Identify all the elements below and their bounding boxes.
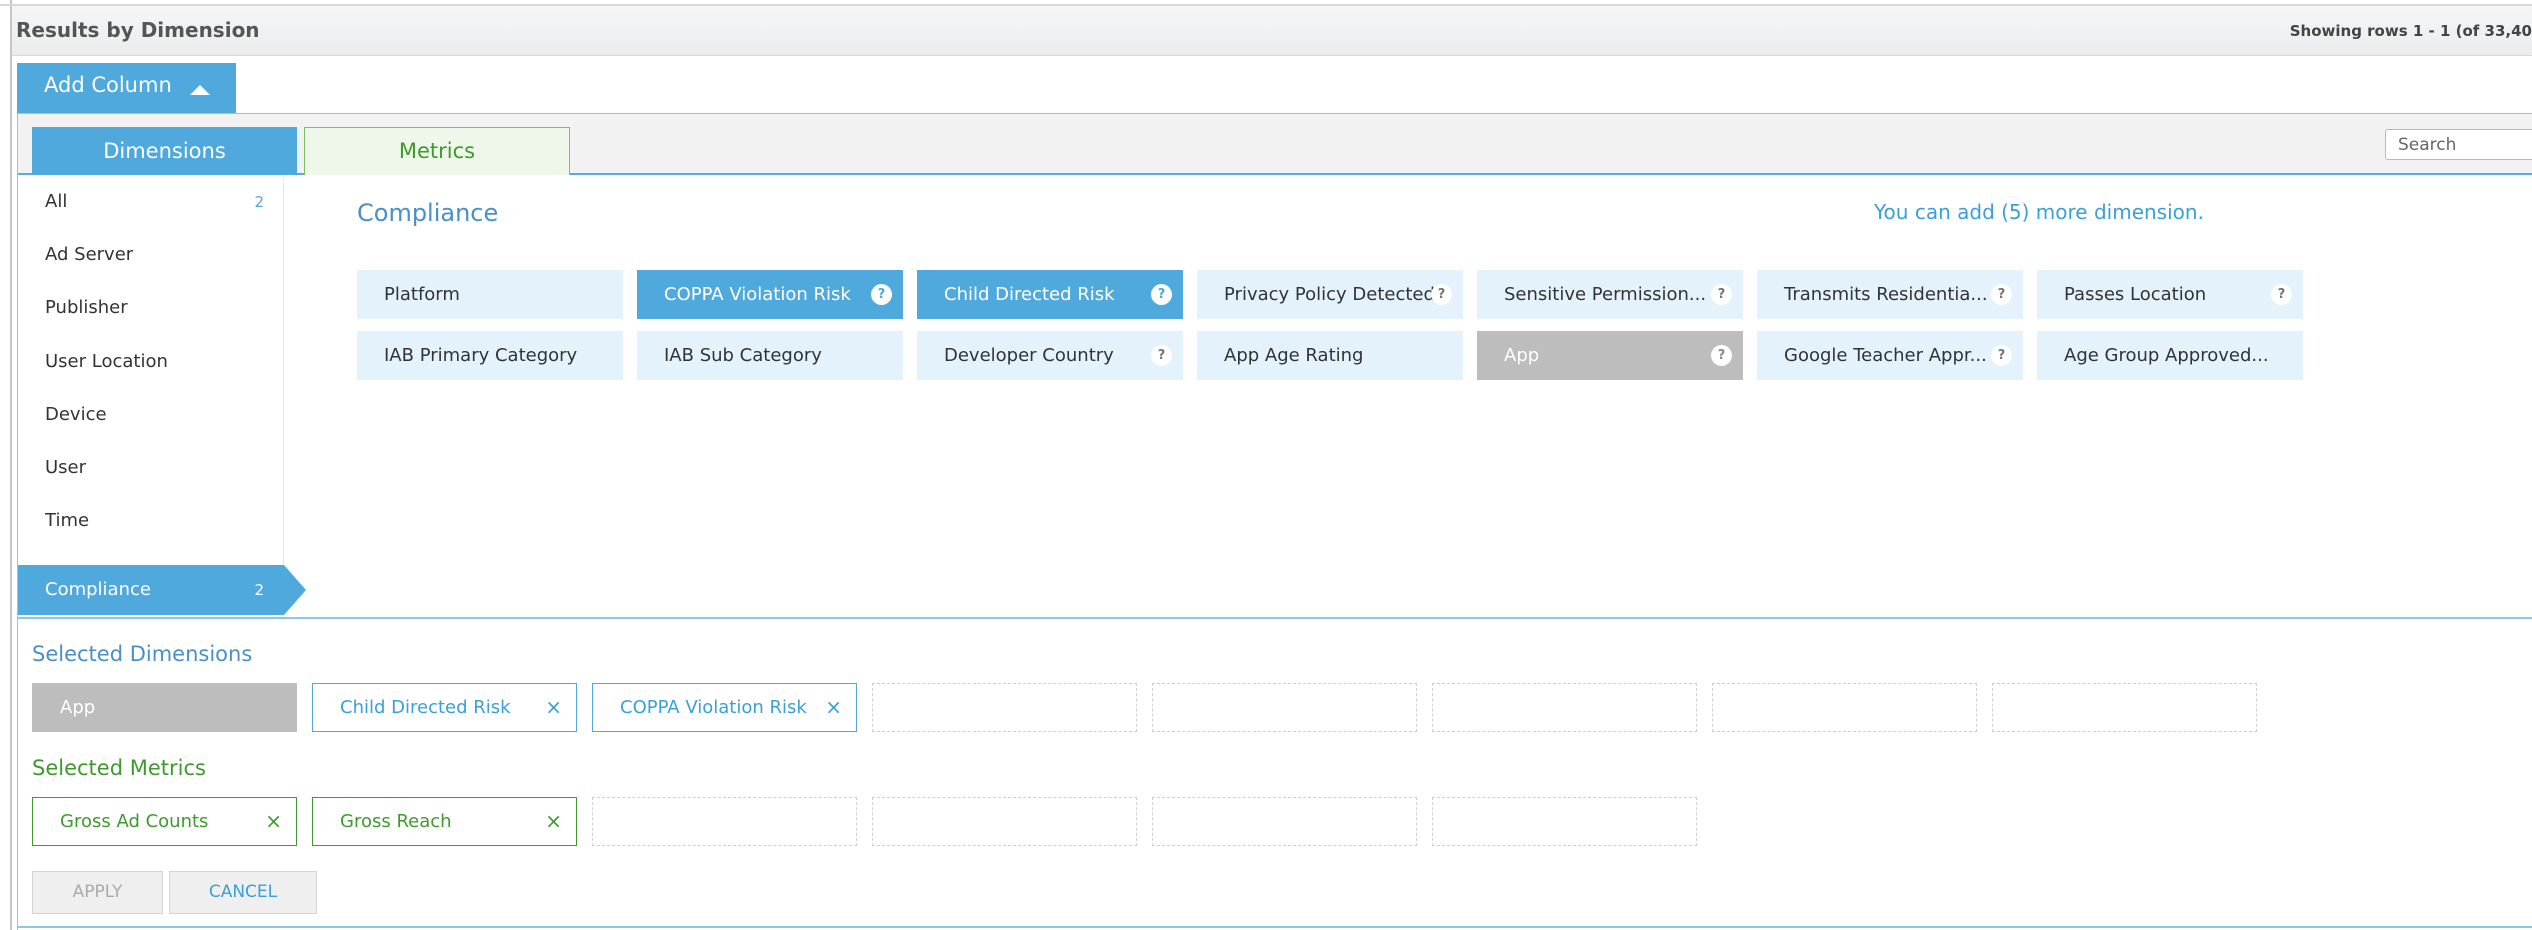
dimension-chip-coppa-violation-risk[interactable]: COPPA Violation Risk ? (637, 270, 903, 319)
search-input[interactable] (2385, 129, 2532, 160)
sidebar-item-compliance[interactable]: Compliance 2 (18, 565, 306, 615)
empty-dimension-slot (1152, 683, 1417, 732)
selected-dimension-child-directed-risk[interactable]: Child Directed Risk × (312, 683, 577, 732)
section-divider (18, 617, 2532, 619)
sidebar-item-label: User (45, 457, 87, 478)
sidebar-item-all[interactable]: All 2 (18, 177, 284, 227)
dimension-chip-iab-primary-category[interactable]: IAB Primary Category (357, 331, 623, 380)
sidebar-item-label: Device (45, 404, 107, 425)
results-header: Results by Dimension Showing rows 1 - 1 … (12, 6, 2532, 56)
dimension-chip-label: App Age Rating (1224, 345, 1364, 366)
apply-button[interactable]: APPLY (32, 871, 163, 914)
dimension-chip-label: COPPA Violation Risk (664, 284, 851, 305)
help-icon[interactable]: ? (1711, 345, 1732, 366)
help-icon[interactable]: ? (1151, 284, 1172, 305)
dimension-chip-label: Google Teacher Appr... (1784, 345, 1987, 366)
remove-icon[interactable]: × (545, 684, 562, 731)
remove-icon[interactable]: × (825, 684, 842, 731)
category-sidebar: All 2 Ad Server Publisher User Location … (18, 177, 306, 617)
selected-metric-label: Gross Reach (340, 811, 452, 832)
selected-dimension-coppa-violation-risk[interactable]: COPPA Violation Risk × (592, 683, 857, 732)
help-icon[interactable]: ? (1711, 284, 1732, 305)
caret-up-icon (190, 85, 210, 95)
dimension-chip-label: Age Group Approved... (2064, 345, 2269, 366)
tab-metrics[interactable]: Metrics (304, 127, 570, 175)
sidebar-item-publisher[interactable]: Publisher (18, 283, 284, 333)
selected-dimension-label: COPPA Violation Risk (620, 697, 807, 718)
cancel-button[interactable]: CANCEL (169, 871, 317, 914)
selected-metric-label: Gross Ad Counts (60, 811, 209, 832)
dimension-chip-app: App ? (1477, 331, 1743, 380)
empty-dimension-slot (872, 683, 1137, 732)
footer-divider (18, 926, 2532, 928)
help-icon[interactable]: ? (871, 284, 892, 305)
empty-dimension-slot (1992, 683, 2257, 732)
category-title: Compliance (357, 199, 499, 227)
tab-dimensions[interactable]: Dimensions (32, 127, 297, 175)
remove-icon[interactable]: × (265, 798, 282, 845)
dimension-chip-label: Platform (384, 284, 460, 305)
dimension-chip-child-directed-risk[interactable]: Child Directed Risk ? (917, 270, 1183, 319)
dimension-chip-transmits-residential[interactable]: Transmits Residentia... ? (1757, 270, 2023, 319)
empty-metric-slot (1152, 797, 1417, 846)
dimension-chip-label: Passes Location (2064, 284, 2207, 305)
dimension-chip-privacy-policy-detected[interactable]: Privacy Policy Detected ? (1197, 270, 1463, 319)
dimension-chip-label: Privacy Policy Detected (1224, 284, 1435, 305)
empty-dimension-slot (1712, 683, 1977, 732)
sidebar-item-count: 2 (254, 193, 264, 211)
dimension-chip-sensitive-permission[interactable]: Sensitive Permission... ? (1477, 270, 1743, 319)
sidebar-item-user-location[interactable]: User Location (18, 337, 284, 387)
sidebar-item-label: Time (45, 510, 90, 531)
dimension-chip-label: App (1504, 345, 1540, 366)
dimension-chip-age-group-approved[interactable]: Age Group Approved... (2037, 331, 2303, 380)
sidebar-item-count: 2 (254, 581, 264, 599)
selected-metric-gross-ad-counts[interactable]: Gross Ad Counts × (32, 797, 297, 846)
selected-dimension-label: Child Directed Risk (340, 697, 511, 718)
dimension-chip-label: Sensitive Permission... (1504, 284, 1707, 305)
dimension-chip-label: Transmits Residentia... (1784, 284, 1988, 305)
help-icon[interactable]: ? (1991, 284, 2012, 305)
help-icon[interactable]: ? (2271, 284, 2292, 305)
add-column-label: Add Column (44, 73, 172, 97)
dimension-chip-google-teacher-approved[interactable]: Google Teacher Appr... ? (1757, 331, 2023, 380)
empty-dimension-slot (1432, 683, 1697, 732)
selected-metrics-title: Selected Metrics (32, 756, 206, 780)
dimension-chip-developer-country[interactable]: Developer Country ? (917, 331, 1183, 380)
sidebar-item-label: Compliance (45, 579, 151, 600)
dimension-limit-message: You can add (5) more dimension. (1874, 200, 2204, 224)
empty-metric-slot (1432, 797, 1697, 846)
row-count-status: Showing rows 1 - 1 (of 33,40 (2289, 22, 2532, 40)
dimension-chip-label: Developer Country (944, 345, 1114, 366)
sidebar-item-label: User Location (45, 351, 168, 372)
help-icon[interactable]: ? (1431, 284, 1452, 305)
page-title: Results by Dimension (16, 18, 260, 42)
add-column-button[interactable]: Add Column (17, 63, 236, 113)
sidebar-item-label: Ad Server (45, 244, 134, 265)
help-icon[interactable]: ? (1991, 345, 2012, 366)
dimension-chip-app-age-rating[interactable]: App Age Rating (1197, 331, 1463, 380)
sidebar-item-label: Publisher (45, 297, 128, 318)
sidebar-item-ad-server[interactable]: Ad Server (18, 230, 284, 280)
dimension-chip-label: Child Directed Risk (944, 284, 1115, 305)
remove-icon[interactable]: × (545, 798, 562, 845)
dimension-chip-iab-sub-category[interactable]: IAB Sub Category (637, 331, 903, 380)
dimension-chip-label: IAB Sub Category (664, 345, 822, 366)
selected-dimensions-title: Selected Dimensions (32, 642, 253, 666)
selected-dimension-label: App (60, 697, 96, 718)
empty-metric-slot (872, 797, 1137, 846)
selected-dimension-app: App (32, 683, 297, 732)
sidebar-item-user[interactable]: User (18, 443, 284, 493)
dimension-chip-label: IAB Primary Category (384, 345, 578, 366)
sidebar-item-time[interactable]: Time (18, 496, 284, 546)
empty-metric-slot (592, 797, 857, 846)
sidebar-item-device[interactable]: Device (18, 390, 284, 440)
help-icon[interactable]: ? (1151, 345, 1172, 366)
sidebar-item-label: All (45, 191, 68, 212)
dimension-chip-passes-location[interactable]: Passes Location ? (2037, 270, 2303, 319)
selected-metric-gross-reach[interactable]: Gross Reach × (312, 797, 577, 846)
dimension-chip-platform[interactable]: Platform (357, 270, 623, 319)
